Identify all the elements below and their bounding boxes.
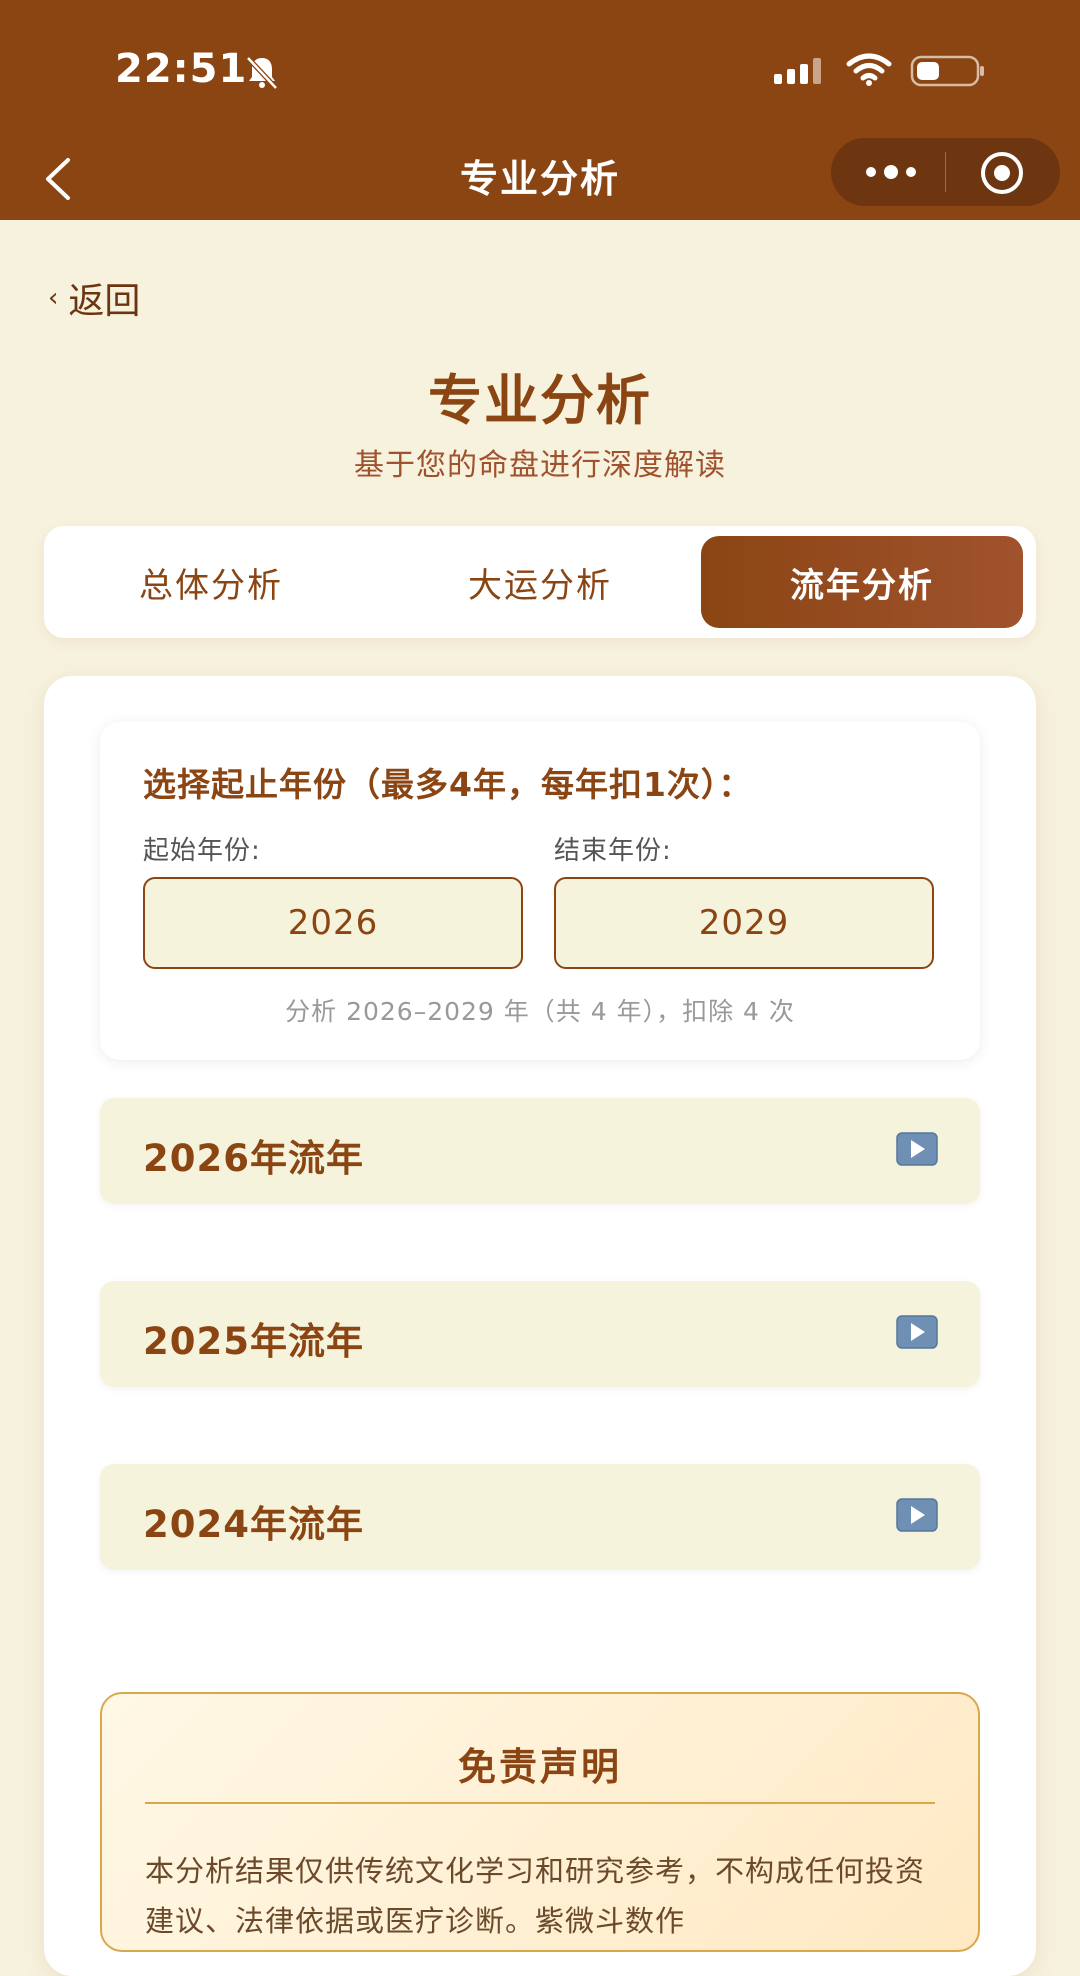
more-icon[interactable] (861, 156, 921, 188)
play-icon (896, 1315, 938, 1349)
chevron-left-icon: ‹ (48, 283, 59, 313)
signal-icon (774, 58, 821, 84)
page-title: 专业分析 (428, 369, 652, 432)
status-time: 22:51 (115, 46, 248, 92)
bell-muted-icon (246, 56, 278, 90)
year-range-card: 选择起止年份（最多4年，每年扣1次）： 起始年份: 结束年份: 2026 202… (100, 722, 980, 1060)
disclaimer-divider (145, 1802, 935, 1804)
disclaimer-card: 免责声明 本分析结果仅供传统文化学习和研究参考，不构成任何投资建议、法律依据或医… (100, 1692, 980, 1952)
tab-annual[interactable]: 流年分析 (701, 536, 1023, 628)
range-title: 选择起止年份（最多4年，每年扣1次）： (143, 765, 753, 804)
nav-bar: 专业分析 (0, 138, 1080, 220)
mini-program-capsule (831, 138, 1060, 206)
wifi-icon (846, 53, 892, 86)
end-year-label: 结束年份: (554, 836, 672, 866)
year-item-label: 2024年流年 (143, 1503, 364, 1546)
page-subtitle: 基于您的命盘进行深度解读 (354, 448, 726, 483)
year-item-label: 2026年流年 (143, 1137, 364, 1180)
range-note: 分析 2026–2029 年（共 4 年），扣除 4 次 (285, 997, 795, 1026)
year-item[interactable]: 2024年流年 (100, 1464, 980, 1570)
end-year-input[interactable]: 2029 (554, 877, 934, 969)
back-link[interactable]: ‹ 返回 (48, 272, 140, 324)
disclaimer-title: 免责声明 (457, 1745, 622, 1789)
play-icon (896, 1132, 938, 1166)
capsule-divider (945, 152, 946, 192)
battery-icon (910, 55, 984, 87)
year-item[interactable]: 2025年流年 (100, 1281, 980, 1387)
year-item-label: 2025年流年 (143, 1320, 364, 1363)
back-link-label: 返回 (68, 281, 141, 322)
tab-overall[interactable]: 总体分析 (50, 536, 372, 628)
start-year-label: 起始年份: (143, 836, 261, 866)
play-icon (896, 1498, 938, 1532)
year-item[interactable]: 2026年流年 (100, 1098, 980, 1204)
analysis-tabs: 总体分析 大运分析 流年分析 (44, 526, 1036, 638)
close-target-icon[interactable] (979, 150, 1025, 196)
tab-major-luck[interactable]: 大运分析 (379, 536, 701, 628)
disclaimer-text: 本分析结果仅供传统文化学习和研究参考，不构成任何投资建议、法律依据或医疗诊断。紫… (145, 1854, 926, 1938)
start-year-input[interactable]: 2026 (143, 877, 523, 969)
status-bar: 22:51 (0, 0, 1080, 140)
